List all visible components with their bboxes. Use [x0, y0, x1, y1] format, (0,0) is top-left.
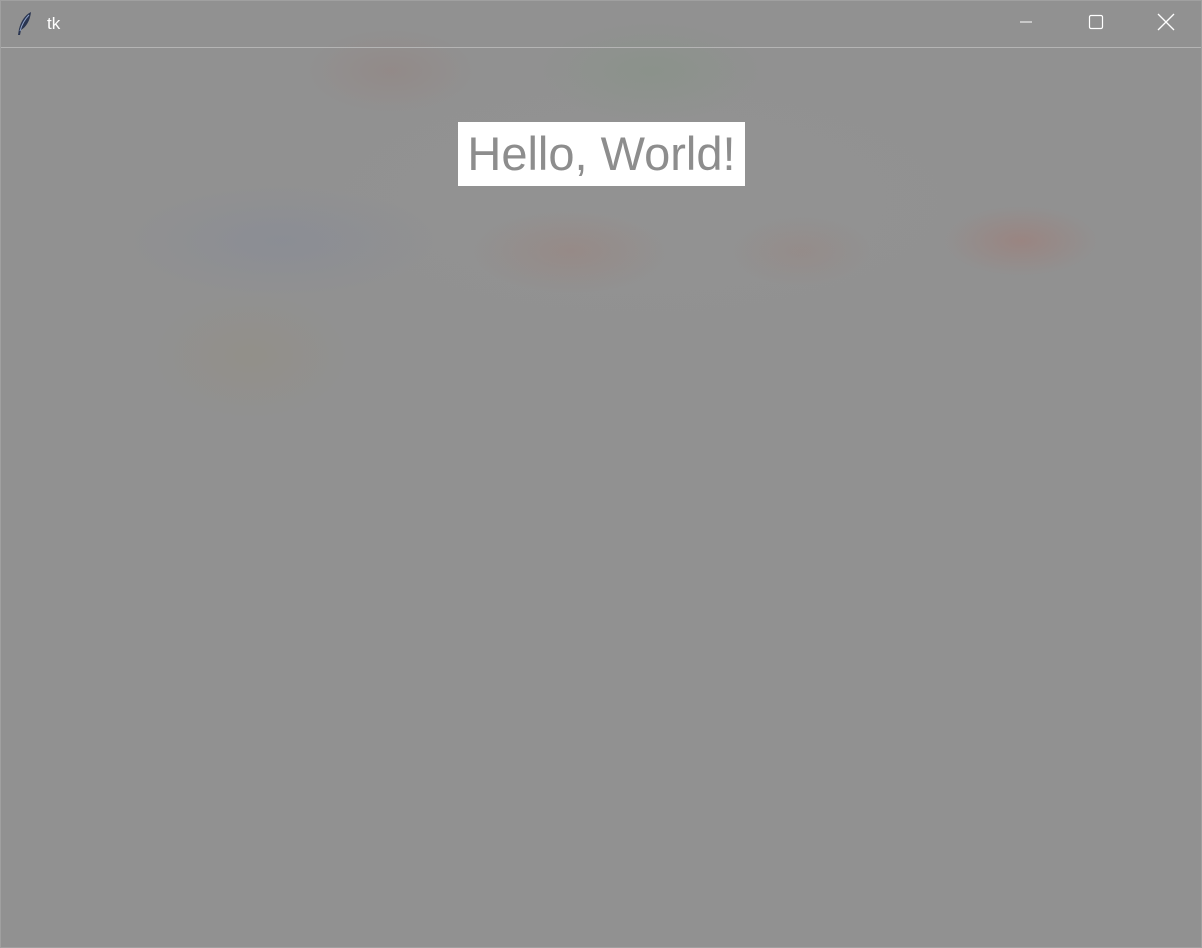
close-icon — [1157, 13, 1175, 36]
minimize-icon — [1018, 14, 1034, 35]
close-button[interactable] — [1131, 1, 1201, 47]
maximize-icon — [1088, 14, 1104, 35]
maximize-button[interactable] — [1061, 1, 1131, 47]
minimize-button[interactable] — [991, 1, 1061, 47]
window-content: Hello, World! — [1, 48, 1201, 947]
feather-icon — [15, 11, 35, 37]
title-bar[interactable]: tk — [1, 1, 1201, 48]
tk-window: tk Hello, World! — [0, 0, 1202, 948]
hello-label: Hello, World! — [458, 122, 745, 186]
window-title: tk — [47, 14, 61, 33]
